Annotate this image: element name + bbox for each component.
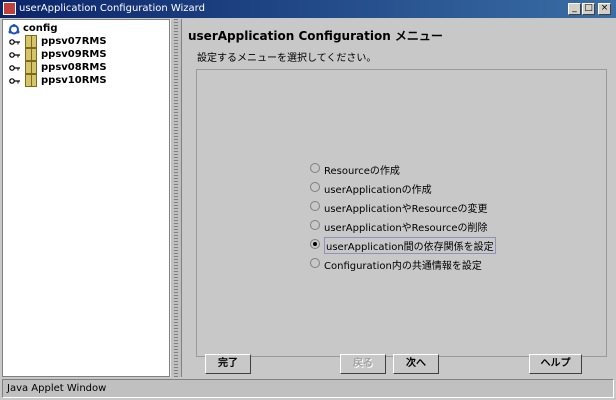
wizard-window: userApplication Configuration Wizard _ □… <box>0 0 616 400</box>
tree-node[interactable]: ppsv09RMS <box>5 48 165 62</box>
radio-button[interactable] <box>310 258 320 268</box>
options-panel: Resourceの作成 userApplicationの作成 userAppli… <box>196 69 607 357</box>
expand-key-icon[interactable] <box>9 78 21 84</box>
option-label: userApplication間の依存関係を設定 <box>324 237 496 254</box>
option-label: Resourceの作成 <box>324 166 400 177</box>
maximize-button[interactable]: □ <box>582 3 595 15</box>
expand-key-icon[interactable] <box>9 52 21 58</box>
tree-root-config[interactable]: config <box>5 22 165 36</box>
minimize-button[interactable]: _ <box>568 3 581 15</box>
menu-pane: userApplication Configuration メニュー 設定するメ… <box>182 19 614 377</box>
status-text: Java Applet Window <box>7 383 107 394</box>
tree-node[interactable]: ppsv07RMS <box>5 35 165 49</box>
tree-node[interactable]: ppsv10RMS <box>5 74 165 88</box>
finish-button[interactable]: 完了 <box>205 354 251 374</box>
tree-root-label: config <box>23 23 58 34</box>
radio-button[interactable] <box>310 182 320 192</box>
server-node-icon <box>25 74 37 87</box>
radio-button-selected[interactable] <box>310 239 320 249</box>
status-bar: Java Applet Window <box>2 379 614 398</box>
tree-node-label: ppsv08RMS <box>41 62 107 73</box>
expand-key-icon[interactable] <box>9 65 21 71</box>
close-button[interactable]: × <box>598 3 611 15</box>
java-app-icon <box>3 2 16 15</box>
tree-node[interactable]: ppsv08RMS <box>5 61 165 75</box>
config-tree: config ppsv07RMS ppsv09RMS ppsv08RMS pps… <box>2 19 170 377</box>
tree-node-label: ppsv10RMS <box>41 75 107 86</box>
tree-node-label: ppsv07RMS <box>41 36 107 47</box>
option-label: userApplicationの作成 <box>324 185 432 196</box>
expand-key-icon[interactable] <box>9 39 21 45</box>
back-button[interactable]: 戻る <box>340 354 386 374</box>
title-bar: userApplication Configuration Wizard _ □… <box>0 0 616 18</box>
server-node-icon <box>25 48 37 61</box>
page-subtitle: 設定するメニューを選択してください。 <box>197 53 377 64</box>
help-button[interactable]: ヘルプ <box>529 354 582 374</box>
option-label: Configuration内の共通情報を設定 <box>324 261 482 272</box>
divider-grip <box>174 19 178 377</box>
radio-button[interactable] <box>310 163 320 173</box>
option-label: userApplicationやResourceの変更 <box>324 204 488 215</box>
page-title: userApplication Configuration メニュー <box>188 29 443 43</box>
window-title: userApplication Configuration Wizard <box>19 3 205 14</box>
tree-node-label: ppsv09RMS <box>41 49 107 60</box>
server-node-icon <box>25 35 37 48</box>
next-button[interactable]: 次へ <box>393 354 439 374</box>
radio-button[interactable] <box>310 220 320 230</box>
radio-button[interactable] <box>310 201 320 211</box>
option-label: userApplicationやResourceの削除 <box>324 223 488 234</box>
config-icon <box>8 24 20 35</box>
server-node-icon <box>25 61 37 74</box>
split-pane-divider[interactable] <box>170 19 182 377</box>
